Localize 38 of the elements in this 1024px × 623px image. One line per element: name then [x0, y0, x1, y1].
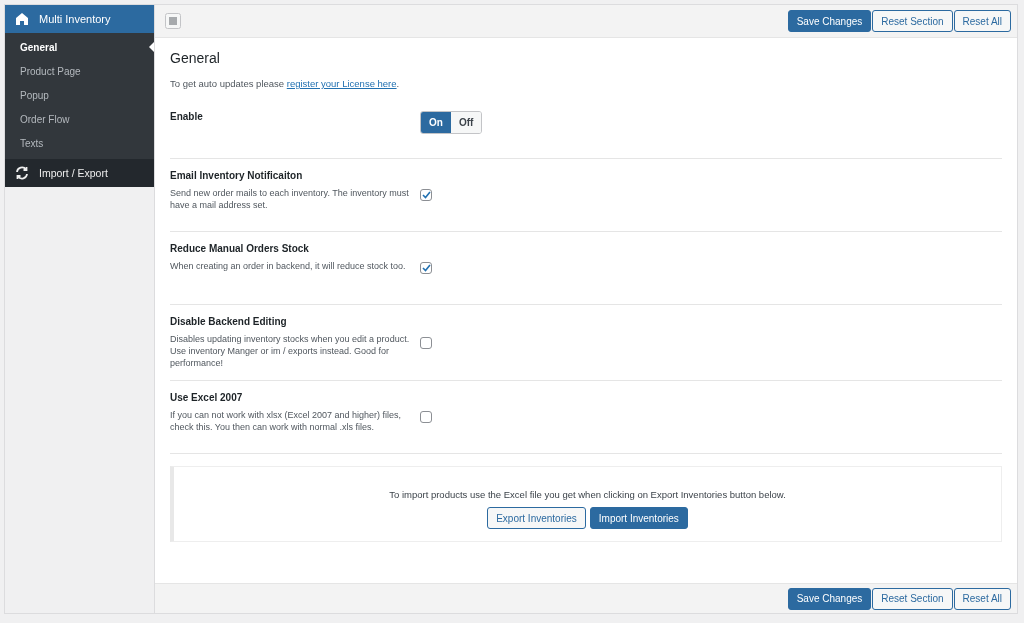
sidebar-item[interactable]: Popup [5, 83, 154, 107]
export-button[interactable]: Export Inventories [487, 507, 586, 529]
setting-description: Send new order mails to each inventory. The inventory must have a mail address set. [170, 187, 410, 211]
sidebar-item[interactable]: Product Page [5, 59, 154, 83]
setting-label: Enable [170, 111, 204, 122]
toggle-option[interactable]: Off [450, 112, 482, 133]
import-text: To import products use the Excel file you get when clicking on Export Inventories button below. [389, 489, 786, 500]
save-button[interactable]: Save Changes [787, 587, 872, 610]
sidebar-header[interactable]: Multi Inventory [5, 5, 154, 33]
reset-button[interactable]: Reset Section [872, 10, 953, 32]
toggle-option[interactable]: On [421, 112, 451, 133]
checkbox[interactable] [420, 262, 432, 274]
setting-description: When creating an order in backend, it will reduce stock too. [170, 260, 407, 272]
sidebar-item[interactable]: Texts [5, 131, 154, 155]
license-link[interactable]: register your License here [286, 78, 397, 89]
setting-label: Email Inventory Notificaiton [170, 170, 304, 181]
import-button[interactable]: Import Inventories [589, 507, 688, 529]
checkbox[interactable] [420, 189, 432, 201]
setting-label: Reduce Manual Orders Stock [170, 243, 310, 254]
intro-text: To get auto updates please register your License here. [170, 78, 401, 89]
checkbox[interactable] [420, 411, 432, 423]
panel-toggle-icon[interactable] [165, 13, 181, 29]
reset-button[interactable]: Reset All [953, 10, 1011, 32]
setting-label: Use Excel 2007 [170, 392, 244, 403]
reset-button[interactable]: Reset All [953, 587, 1011, 610]
home-icon [15, 12, 29, 26]
refresh-icon [15, 166, 29, 180]
checkbox[interactable] [420, 336, 432, 349]
setting-label: Disable Backend Editing [170, 316, 288, 327]
setting-description: Disables updating inventory stocks when you edit a product. Use inventory Manger or im / exports instead. Good for performance! [170, 333, 411, 369]
sidebar-item[interactable]: Order Flow [5, 107, 154, 131]
setting-description: If you can not work with xlsx (Excel 2007 and higher) files, check this. You then can work with normal .xls files. [170, 409, 403, 433]
sidebar-section[interactable]: Import / Export [5, 159, 154, 187]
sidebar-section-label: Import / Export [39, 167, 108, 179]
reset-button[interactable]: Reset Section [872, 587, 953, 610]
sidebar-header-label: Multi Inventory [39, 13, 111, 25]
save-button[interactable]: Save Changes [787, 10, 872, 32]
section-title: General [170, 50, 221, 66]
